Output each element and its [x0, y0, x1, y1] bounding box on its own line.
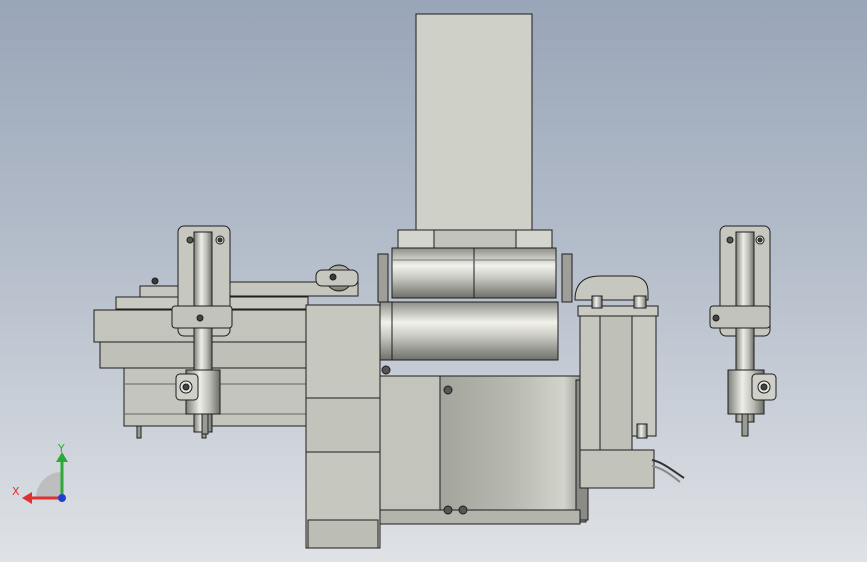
right-bracket[interactable] [574, 275, 659, 489]
rotary-flange[interactable] [377, 247, 573, 303]
triad-sector [36, 472, 62, 498]
assembly-drawing[interactable] [0, 0, 867, 562]
upper-column[interactable] [397, 13, 553, 249]
x-axis-label: X [12, 485, 20, 498]
cable [651, 459, 685, 483]
axis-triad: Y X [12, 440, 82, 510]
cad-viewport[interactable]: Y X [0, 0, 867, 562]
y-axis-label: Y [58, 442, 65, 455]
z-axis-dot [58, 494, 66, 502]
x-axis-arrowhead [22, 492, 32, 504]
right-clamp-assembly[interactable] [709, 225, 777, 437]
motor-housing[interactable] [379, 365, 605, 525]
